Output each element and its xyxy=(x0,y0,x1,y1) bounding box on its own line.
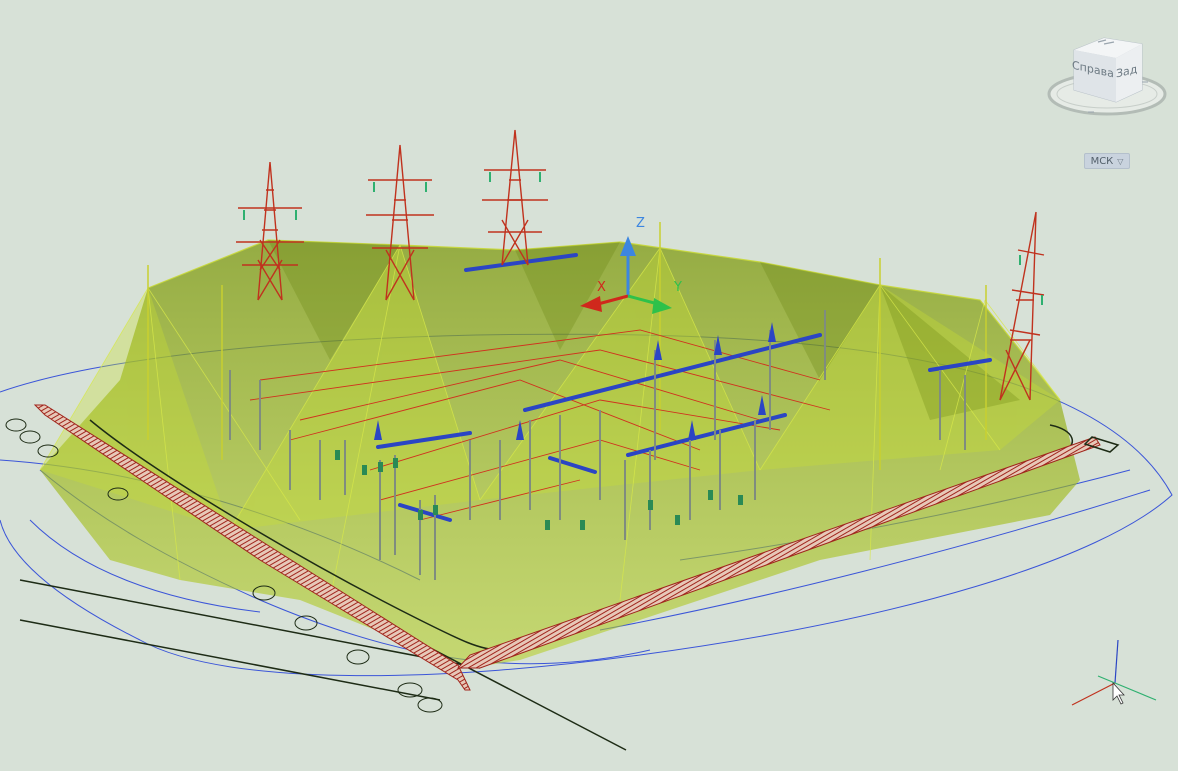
ucs-z-label: Z xyxy=(636,216,645,231)
ucs-x-label: X xyxy=(597,280,606,295)
ucs-menu-label: МСК xyxy=(1090,155,1114,167)
axis-tripod-icon xyxy=(1071,639,1157,706)
model-viewport[interactable]: Z X Y Справа Зад МСК ▽ xyxy=(0,0,1178,771)
substation-3d-model[interactable] xyxy=(0,0,1178,771)
viewcube[interactable]: Справа Зад xyxy=(1044,30,1170,122)
chevron-down-icon: ▽ xyxy=(1117,156,1124,166)
ucs-y-label: Y xyxy=(674,280,682,295)
tower-3 xyxy=(482,129,548,266)
ucs-menu-button[interactable]: МСК ▽ xyxy=(1084,153,1130,169)
